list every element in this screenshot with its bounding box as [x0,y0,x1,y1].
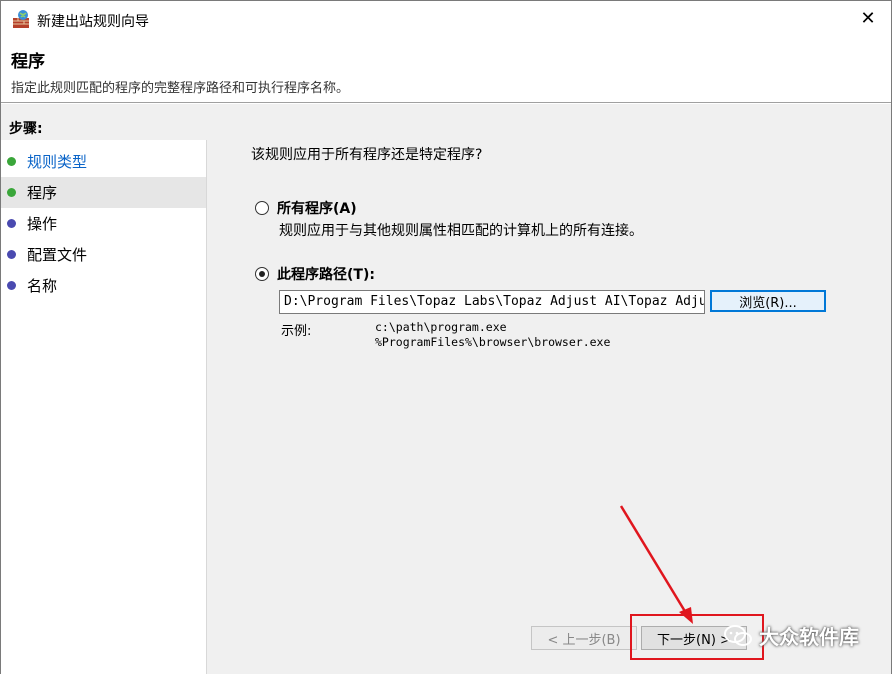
body-area: 步骤: 规则类型 程序 操作 配置文件 名称 该规则应用于所有程序还是特定程序?… [1,104,891,674]
step-label: 配置文件 [27,246,88,264]
steps-sidebar: 步骤: 规则类型 程序 操作 配置文件 名称 [1,112,207,674]
step-pending-dot-icon [7,219,16,228]
example-paths: c:\path\program.exe %ProgramFiles%\brows… [375,320,610,350]
browse-button[interactable]: 浏览(R)... [710,290,826,312]
step-pending-dot-icon [7,281,16,290]
content-panel: 该规则应用于所有程序还是特定程序? 所有程序(A) 规则应用于与其他规则属性相匹… [211,112,891,674]
back-button[interactable]: < 上一步(B) [531,626,637,650]
radio-label: 所有程序(A) [277,201,357,217]
page-title: 程序 [11,52,45,72]
window-title: 新建出站规则向导 [37,14,149,30]
radio-all-programs-description: 规则应用于与其他规则属性相匹配的计算机上的所有连接。 [279,223,643,239]
watermark: 大众软件库 [723,621,859,650]
close-button[interactable]: ✕ [845,1,891,35]
program-path-input[interactable]: D:\Program Files\Topaz Labs\Topaz Adjust… [279,290,705,314]
step-done-dot-icon [7,188,16,197]
step-action: 操作 [1,208,206,239]
wizard-window: 新建出站规则向导 ✕ 程序 指定此规则匹配的程序的完整程序路径和可执行程序名称。… [0,0,892,674]
watermark-text: 大众软件库 [759,625,859,649]
title-bar: 新建出站规则向导 ✕ [1,1,891,37]
radio-checked-icon[interactable] [255,267,269,281]
steps-title: 步骤: [9,121,43,137]
page-header: 程序 指定此规则匹配的程序的完整程序路径和可执行程序名称。 [1,37,891,103]
radio-all-programs[interactable]: 所有程序(A) [255,198,357,218]
question-text: 该规则应用于所有程序还是特定程序? [251,147,483,163]
page-description: 指定此规则匹配的程序的完整程序路径和可执行程序名称。 [11,81,350,96]
example-line: %ProgramFiles%\browser\browser.exe [375,335,611,349]
step-label: 名称 [27,277,58,295]
step-label: 程序 [27,184,58,202]
radio-this-program-path[interactable]: 此程序路径(T): [255,264,375,284]
step-done-dot-icon [7,157,16,166]
example-label: 示例: [281,324,312,339]
step-profile: 配置文件 [1,239,206,270]
step-label: 规则类型 [27,153,88,171]
step-pending-dot-icon [7,250,16,259]
example-line: c:\path\program.exe [375,320,507,334]
wechat-icon [724,624,752,646]
close-icon: ✕ [860,7,876,29]
radio-unchecked-icon[interactable] [255,201,269,215]
step-label: 操作 [27,215,58,233]
radio-label: 此程序路径(T): [277,267,375,283]
step-program[interactable]: 程序 [1,177,206,208]
step-name: 名称 [1,270,206,301]
firewall-icon [13,10,29,28]
step-rule-type[interactable]: 规则类型 [1,146,206,177]
